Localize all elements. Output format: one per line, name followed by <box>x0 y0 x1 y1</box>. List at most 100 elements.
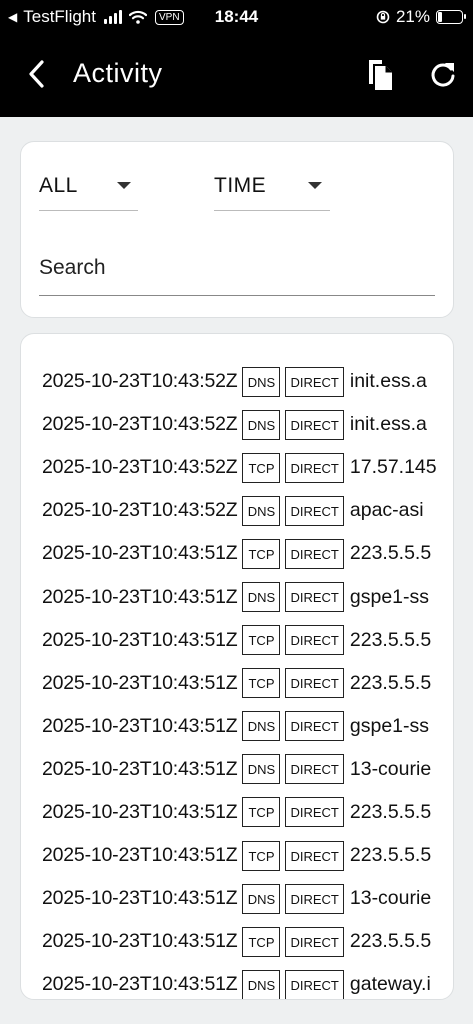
log-row[interactable]: 2025-10-23T10:43:51Z DNS DIRECT gspe1-ss <box>42 705 437 748</box>
log-timestamp: 2025-10-23T10:43:51Z <box>42 542 238 565</box>
log-host: gspe1-ss <box>349 585 429 608</box>
status-right: 21% <box>376 7 466 27</box>
back-to-app-icon[interactable]: ◀ <box>8 10 17 24</box>
protocol-badge: TCP <box>242 668 281 699</box>
log-timestamp: 2025-10-23T10:43:51Z <box>42 671 238 694</box>
sort-value: TIME <box>214 174 267 197</box>
log-list-card: 2025-10-23T10:43:52Z DNS DIRECT init.ess.a 2… <box>20 333 454 1000</box>
cellular-signal-icon <box>103 10 122 24</box>
protocol-badge: TCP <box>242 538 281 569</box>
search-input[interactable] <box>39 240 435 296</box>
log-timestamp: 2025-10-23T10:43:51Z <box>42 714 238 737</box>
log-list[interactable]: 2025-10-23T10:43:52Z DNS DIRECT init.ess.a 2… <box>42 360 437 999</box>
rule-badge: DIRECT <box>285 754 344 785</box>
log-row[interactable]: 2025-10-23T10:43:51Z TCP DIRECT 223.5.5.5 <box>42 791 437 834</box>
log-host: gateway.i <box>349 973 431 996</box>
rule-badge: DIRECT <box>285 711 344 742</box>
log-timestamp: 2025-10-23T10:43:51Z <box>42 844 238 867</box>
status-left: ◀ TestFlight VPN <box>8 7 184 27</box>
protocol-badge: TCP <box>242 797 281 828</box>
protocol-badge: DNS <box>242 582 281 613</box>
rule-badge: DIRECT <box>285 582 344 613</box>
log-timestamp: 2025-10-23T10:43:51Z <box>42 757 238 780</box>
rule-badge: DIRECT <box>285 969 344 999</box>
log-row[interactable]: 2025-10-23T10:43:51Z DNS DIRECT 13-courie <box>42 877 437 920</box>
log-timestamp: 2025-10-23T10:43:51Z <box>42 930 238 953</box>
wifi-icon <box>128 10 147 24</box>
log-timestamp: 2025-10-23T10:43:51Z <box>42 887 238 910</box>
rule-badge: DIRECT <box>285 409 344 440</box>
log-host: 13-courie <box>349 757 432 780</box>
log-timestamp: 2025-10-23T10:43:51Z <box>42 973 238 996</box>
log-row[interactable]: 2025-10-23T10:43:51Z TCP DIRECT 223.5.5.5 <box>42 834 437 877</box>
rule-badge: DIRECT <box>285 840 344 871</box>
log-host: init.ess.a <box>349 370 427 393</box>
log-timestamp: 2025-10-23T10:43:51Z <box>42 800 238 823</box>
rule-badge: DIRECT <box>285 668 344 699</box>
log-host: 223.5.5.5 <box>349 844 432 867</box>
vpn-badge: VPN <box>154 9 184 25</box>
log-row[interactable]: 2025-10-23T10:43:51Z DNS DIRECT gspe1-ss <box>42 575 437 618</box>
status-bar: ◀ TestFlight VPN 18:44 21% <box>0 0 473 34</box>
log-row[interactable]: 2025-10-23T10:43:51Z DNS DIRECT 13-courie <box>42 748 437 791</box>
sort-dropdown[interactable]: TIME <box>214 166 330 211</box>
protocol-badge: DNS <box>242 495 281 526</box>
log-host: init.ess.a <box>349 413 427 436</box>
log-row[interactable]: 2025-10-23T10:43:52Z DNS DIRECT apac-asi <box>42 489 437 532</box>
log-timestamp: 2025-10-23T10:43:51Z <box>42 585 238 608</box>
protocol-badge: TCP <box>242 926 281 957</box>
log-timestamp: 2025-10-23T10:43:52Z <box>42 370 238 393</box>
rule-badge: DIRECT <box>285 625 344 656</box>
back-app-label[interactable]: TestFlight <box>23 7 96 27</box>
log-timestamp: 2025-10-23T10:43:52Z <box>42 413 238 436</box>
log-host: apac-asi <box>349 499 424 522</box>
log-timestamp: 2025-10-23T10:43:52Z <box>42 456 238 479</box>
log-timestamp: 2025-10-23T10:43:51Z <box>42 628 238 651</box>
dropdown-caret-icon <box>117 182 131 189</box>
rule-badge: DIRECT <box>285 366 344 397</box>
log-timestamp: 2025-10-23T10:43:52Z <box>42 499 238 522</box>
rule-badge: DIRECT <box>285 926 344 957</box>
battery-percent: 21% <box>395 7 430 26</box>
log-row[interactable]: 2025-10-23T10:43:51Z TCP DIRECT 223.5.5.5 <box>42 532 437 575</box>
page-title: Activity <box>73 58 163 88</box>
protocol-badge: TCP <box>242 840 281 871</box>
dropdown-caret-icon <box>308 182 322 189</box>
log-row[interactable]: 2025-10-23T10:43:51Z TCP DIRECT 223.5.5.5 <box>42 662 437 705</box>
protocol-badge: DNS <box>242 366 281 397</box>
protocol-badge: DNS <box>242 969 281 999</box>
protocol-badge: DNS <box>242 711 281 742</box>
log-host: 223.5.5.5 <box>349 542 432 565</box>
log-host: gspe1-ss <box>349 714 429 737</box>
log-row[interactable]: 2025-10-23T10:43:51Z DNS DIRECT gateway.i <box>42 963 437 999</box>
log-host: 223.5.5.5 <box>349 671 432 694</box>
log-host: 223.5.5.5 <box>349 930 432 953</box>
log-host: 223.5.5.5 <box>349 800 432 823</box>
log-host: 17.57.145 <box>349 456 437 479</box>
log-host: 13-courie <box>349 887 432 910</box>
log-row[interactable]: 2025-10-23T10:43:51Z TCP DIRECT 223.5.5.5 <box>42 619 437 662</box>
protocol-badge: DNS <box>242 883 281 914</box>
battery-icon <box>436 10 466 24</box>
copy-icon[interactable] <box>366 56 396 96</box>
protocol-badge: TCP <box>242 452 281 483</box>
rule-badge: DIRECT <box>285 538 344 569</box>
protocol-badge: DNS <box>242 754 281 785</box>
filter-card: ALL TIME <box>20 141 454 318</box>
rule-badge: DIRECT <box>285 883 344 914</box>
rule-badge: DIRECT <box>285 797 344 828</box>
log-row[interactable]: 2025-10-23T10:43:52Z DNS DIRECT init.ess.a <box>42 360 437 403</box>
rule-badge: DIRECT <box>285 495 344 526</box>
protocol-badge: TCP <box>242 625 281 656</box>
app-bar: Activity <box>0 34 473 117</box>
orientation-lock-icon <box>376 10 390 24</box>
type-filter-dropdown[interactable]: ALL <box>39 166 138 211</box>
log-row[interactable]: 2025-10-23T10:43:52Z DNS DIRECT init.ess.a <box>42 403 437 446</box>
refresh-icon[interactable] <box>427 60 459 92</box>
log-row[interactable]: 2025-10-23T10:43:52Z TCP DIRECT 17.57.145 <box>42 446 437 489</box>
rule-badge: DIRECT <box>285 452 344 483</box>
chevron-left-icon[interactable] <box>22 56 52 92</box>
log-host: 223.5.5.5 <box>349 628 432 651</box>
log-row[interactable]: 2025-10-23T10:43:51Z TCP DIRECT 223.5.5.5 <box>42 920 437 963</box>
protocol-badge: DNS <box>242 409 281 440</box>
